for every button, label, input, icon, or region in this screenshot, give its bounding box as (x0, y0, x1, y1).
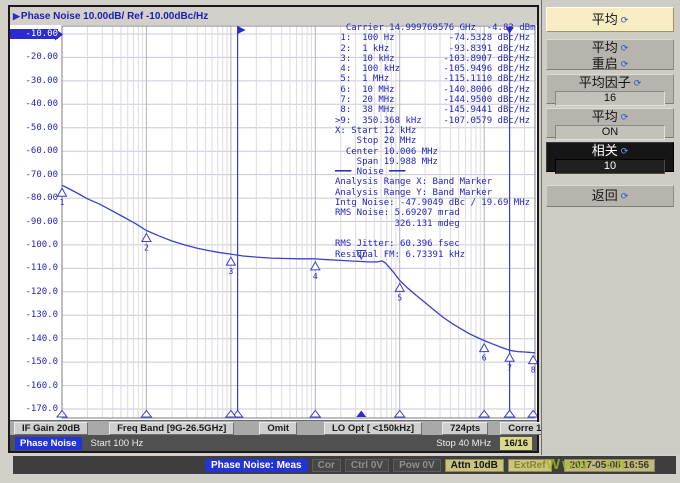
y-axis-label: -110.0 (25, 263, 58, 274)
softkey-value: 16 (555, 91, 665, 106)
svg-text:4: 4 (313, 272, 318, 281)
graticule: 12345678 -10.00 -20.00 -30.00 -40.00 -50.00-… (10, 23, 537, 420)
toolbar: IF Gain 20dB Freq Band [9G-26.5GHz] Omit LO… (10, 420, 555, 435)
indicator-pow-0v: Pow 0V (393, 458, 441, 472)
measurement-badge: Phase Noise: Meas (205, 458, 308, 472)
y-axis-labels: -10.00 -20.00 -30.00 -40.00 -50.00 -60.00 -70.… (10, 25, 60, 420)
y-axis-label: -30.00 (25, 75, 58, 86)
trace-title: Phase Noise 10.00dB/ Ref -10.00dBc/Hz (20, 10, 209, 22)
y-axis-label: -20.00 (25, 52, 58, 63)
indicator-attn-10db: Attn 10dB (444, 458, 504, 472)
y-axis-label: -150.0 (25, 357, 58, 368)
y-axis-label: -170.0 (25, 404, 58, 414)
status-bar: Phase Noise Start 100 Hz Stop 40 MHz 16/… (10, 435, 537, 451)
toolbar-segment: 724pts (442, 421, 489, 435)
svg-text:8: 8 (531, 366, 536, 375)
y-axis-label: -70.00 (25, 169, 58, 180)
sweep-start-label: Start 100 Hz (90, 437, 144, 449)
softkey-icon: ⟳ (633, 78, 642, 88)
toolbar-segment: Freq Band [9G-26.5GHz] (109, 421, 235, 435)
y-axis-label: -120.0 (25, 286, 58, 297)
indicator-ctrl-0v: Ctrl 0V (344, 458, 390, 472)
page: { "header": { "arrow": "▶", "title": "Ph… (0, 0, 680, 483)
softkey-menu-title-average[interactable]: 平均 ⟳ (546, 7, 674, 32)
svg-text:1: 1 (60, 198, 65, 207)
measurement-readout: Carrier 14.999769576 GHz -4.83 dBm 1: 10… (335, 23, 536, 260)
softkey-icon: ⟳ (620, 146, 629, 156)
svg-text:5: 5 (397, 293, 402, 302)
softkey-value: 10 (555, 159, 665, 174)
softkey-label: 返回 (591, 188, 618, 203)
softkey-return[interactable]: 返回 ⟳ (546, 185, 674, 207)
svg-text:2: 2 (144, 244, 149, 253)
softkey-correlation[interactable]: 相关 ⟳ 10 (546, 142, 674, 174)
y-axis-label: -60.00 (25, 146, 58, 157)
svg-text:6: 6 (482, 354, 487, 363)
softkey-average-factor[interactable]: 平均因子 ⟳ 16 (546, 74, 674, 106)
mode-badge: Phase Noise (15, 436, 82, 450)
average-count-badge: 16/16 (500, 436, 532, 450)
y-axis-label: -40.00 (25, 99, 58, 110)
toolbar-segment: Omit (259, 421, 297, 435)
y-axis-label: -140.0 (25, 333, 58, 344)
datetime-label: 2017-05-08 16:56 (563, 458, 656, 472)
indicator-extref: ExtRef (507, 458, 552, 472)
y-axis-label: -10.00 (10, 29, 58, 39)
softkey-average-onoff[interactable]: 平均 ⟳ ON (546, 108, 674, 140)
active-trace-icon: ▶ (13, 10, 20, 21)
softkey-value: ON (555, 125, 665, 140)
softkey-label: 平均因子 (578, 75, 631, 90)
softkey-label: 平均 (591, 40, 618, 55)
toolbar-segment: IF Gain 20dB (14, 421, 89, 435)
softkey-menu: 平均 ⟳ 平均 ⟳ 重启 ⟳ 平均因子 ⟳ 16 平均 ⟳ ON 相关 ⟳ 10 返回 ⟳ (541, 0, 680, 455)
svg-text:7: 7 (507, 363, 512, 372)
instrument-screen: ▶ Phase Noise 10.00dB/ Ref -10.00dBc/Hz … (8, 5, 555, 453)
softkey-icon: ⟳ (620, 15, 629, 25)
y-axis-label: -160.0 (25, 380, 58, 391)
y-axis-label: -130.0 (25, 310, 58, 321)
softkey-average-restart[interactable]: 平均 ⟳ 重启 ⟳ (546, 39, 674, 71)
softkey-icon: ⟳ (620, 112, 629, 122)
y-axis-label: -100.0 (25, 239, 58, 250)
svg-text:3: 3 (228, 267, 233, 276)
softkey-label: 平均 (591, 109, 618, 124)
y-axis-label: -90.00 (25, 216, 58, 227)
y-axis-label: -50.00 (25, 122, 58, 133)
softkey-label: 相关 (591, 143, 618, 158)
indicator-cor: Cor (311, 458, 341, 472)
sweep-stop-label: Stop 40 MHz (436, 437, 492, 449)
softkey-icon: ⟳ (620, 59, 629, 69)
y-axis-label: -80.00 (25, 193, 58, 204)
softkey-label: 重启 (591, 56, 618, 71)
softkey-label: 平均 (591, 12, 618, 27)
softkey-icon: ⟳ (620, 191, 629, 201)
system-status-bar: Phase Noise: Meas Cor Ctrl 0V Pow 0V Attn 10… (13, 456, 676, 474)
softkey-icon: ⟳ (620, 43, 629, 53)
toolbar-segment: LO Opt [ <150kHz] (324, 421, 423, 435)
